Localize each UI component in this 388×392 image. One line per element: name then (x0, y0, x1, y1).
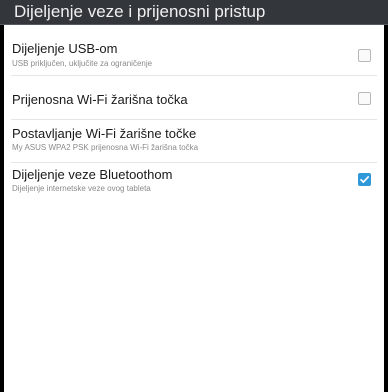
wifi-hotspot-setup-title: Postavljanje Wi-Fi žarišne točke (12, 126, 197, 141)
wifi-hotspot-title: Prijenosna Wi-Fi žarišna točka (12, 92, 188, 107)
bluetooth-tethering-title: Dijeljenje veze Bluetoothom (12, 167, 173, 182)
usb-tethering-item[interactable]: Dijeljenje USB-om USB priključen, uključ… (4, 25, 384, 70)
wifi-hotspot-setup-subtitle: My ASUS WPA2 PSK prijenosna Wi-Fi žarišn… (12, 143, 199, 152)
bluetooth-tethering-subtitle: Dijeljenje internetske veze ovog tableta (12, 184, 151, 193)
wifi-hotspot-item[interactable]: Prijenosna Wi-Fi žarišna točka (4, 76, 384, 120)
wifi-hotspot-setup-item[interactable]: Postavljanje Wi-Fi žarišne točke My ASUS… (4, 120, 384, 162)
usb-tethering-checkbox[interactable] (358, 49, 371, 62)
usb-tethering-title: Dijeljenje USB-om (12, 41, 118, 56)
bluetooth-tethering-item[interactable]: Dijeljenje veze Bluetoothom Dijeljenje i… (4, 163, 384, 211)
usb-tethering-subtitle: USB priključen, uključite za ograničenje (12, 59, 153, 68)
bluetooth-tethering-checkbox[interactable] (358, 173, 371, 186)
checkmark-icon (360, 176, 370, 183)
tethering-screen: Dijeljenje veze i prijenosni pristup Dij… (0, 0, 388, 392)
action-bar: Dijeljenje veze i prijenosni pristup (0, 0, 388, 25)
settings-list: Dijeljenje USB-om USB priključen, uključ… (4, 25, 384, 392)
page-title: Dijeljenje veze i prijenosni pristup (14, 2, 266, 21)
wifi-hotspot-checkbox[interactable] (358, 92, 371, 105)
